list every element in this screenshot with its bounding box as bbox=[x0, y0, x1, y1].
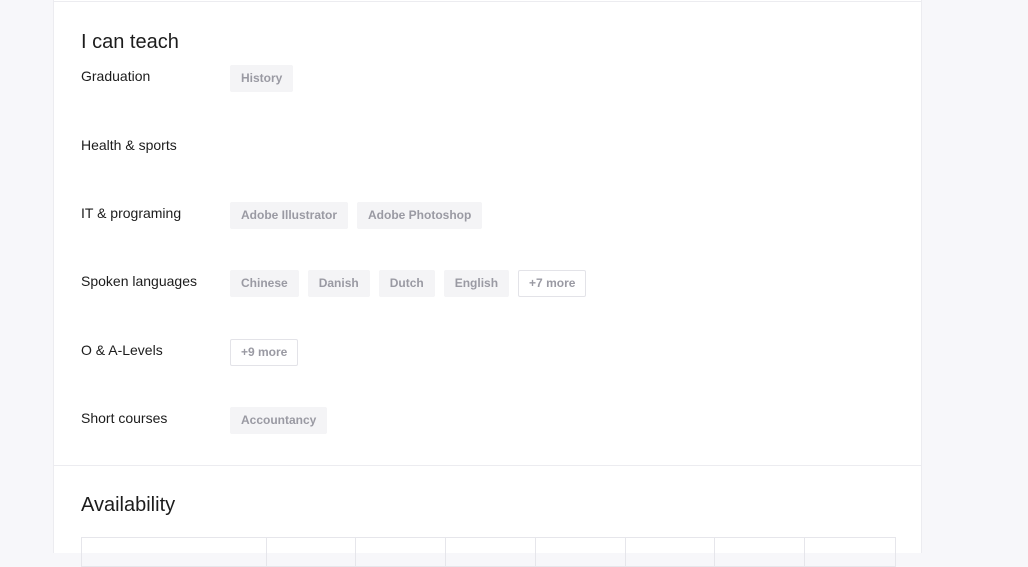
availability-day-cell bbox=[267, 538, 357, 566]
availability-day-cell bbox=[805, 538, 895, 566]
row-label: IT & programing bbox=[81, 205, 182, 221]
availability-day-cell bbox=[536, 538, 626, 566]
subject-tag[interactable]: Accountancy bbox=[230, 407, 328, 434]
row-label: Health & sports bbox=[81, 137, 177, 153]
row-label: Graduation bbox=[81, 68, 151, 84]
teach-row-health-sports: Health & sports bbox=[81, 136, 921, 166]
tag-list: Chinese Danish Dutch English +7 more bbox=[230, 270, 587, 297]
teach-section-title: I can teach bbox=[81, 31, 179, 53]
more-tags-button[interactable]: +7 more bbox=[518, 270, 587, 297]
tag-list: Adobe Illustrator Adobe Photoshop bbox=[230, 202, 483, 229]
tag-list: +9 more bbox=[230, 339, 299, 366]
availability-table bbox=[81, 537, 896, 567]
subject-tag[interactable]: Chinese bbox=[230, 270, 299, 297]
subject-tag[interactable]: Adobe Photoshop bbox=[357, 202, 483, 229]
teach-row-o-a-levels: O & A-Levels +9 more bbox=[81, 339, 921, 371]
subject-tag[interactable]: Adobe Illustrator bbox=[230, 202, 349, 229]
row-label: Short courses bbox=[81, 410, 168, 426]
subject-tag[interactable]: English bbox=[443, 270, 510, 297]
availability-day-cell bbox=[715, 538, 806, 566]
availability-day-cell bbox=[446, 538, 536, 566]
section-divider bbox=[54, 465, 921, 466]
tag-list: History bbox=[230, 65, 294, 92]
availability-section-title: Availability bbox=[81, 494, 176, 516]
subject-tag[interactable]: History bbox=[230, 65, 294, 92]
availability-header-cell bbox=[82, 538, 267, 566]
teach-row-short-courses: Short courses Accountancy bbox=[81, 407, 921, 439]
subject-tag[interactable]: Danish bbox=[307, 270, 370, 297]
profile-card: I can teach Graduation History Health & … bbox=[53, 0, 922, 567]
tag-list: Accountancy bbox=[230, 407, 328, 434]
availability-day-cell bbox=[356, 538, 447, 566]
teach-row-it-programing: IT & programing Adobe Illustrator Adobe … bbox=[81, 202, 921, 234]
row-label: O & A-Levels bbox=[81, 342, 163, 358]
row-label: Spoken languages bbox=[81, 273, 197, 289]
subject-tag[interactable]: Dutch bbox=[378, 270, 435, 297]
availability-day-cell bbox=[626, 538, 716, 566]
card-top-border bbox=[54, 1, 921, 2]
teach-row-graduation: Graduation History bbox=[81, 65, 921, 97]
teach-row-spoken-languages: Spoken languages Chinese Danish Dutch En… bbox=[81, 270, 921, 302]
more-tags-button[interactable]: +9 more bbox=[230, 339, 299, 366]
